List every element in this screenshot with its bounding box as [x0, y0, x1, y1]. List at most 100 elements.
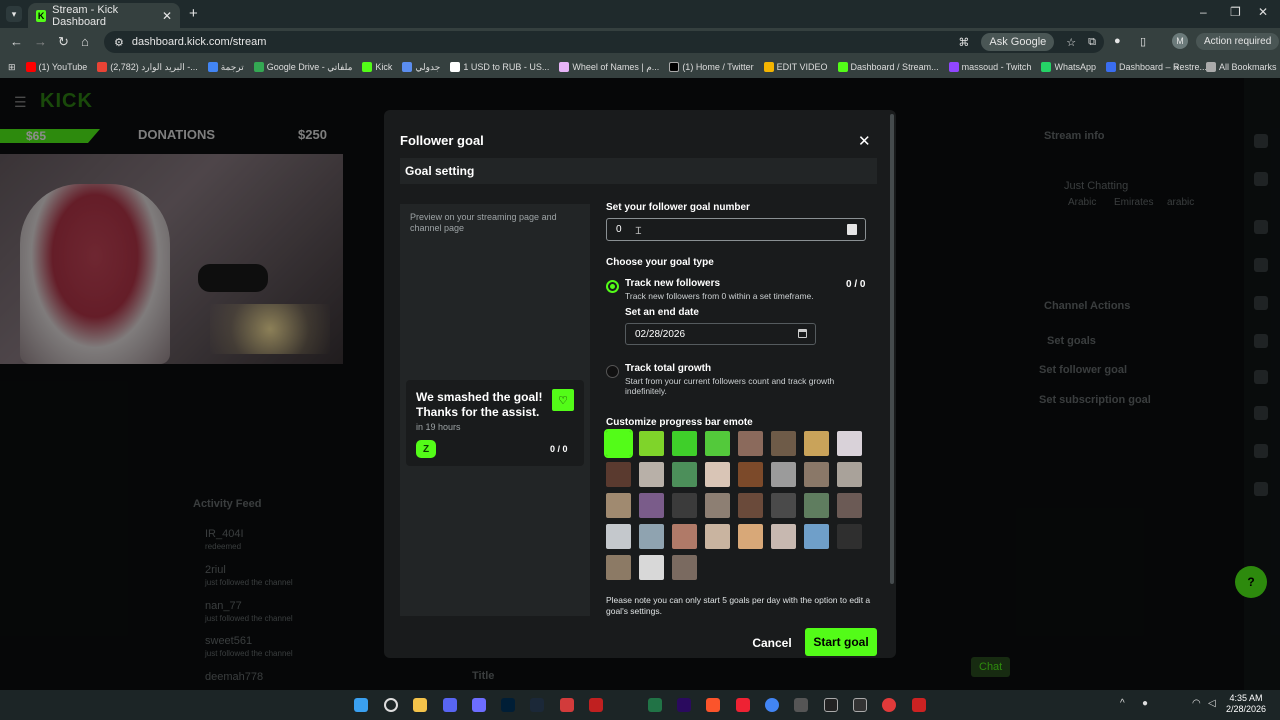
premiere-icon[interactable]: [677, 698, 691, 712]
tab-list-icon[interactable]: ▾: [6, 6, 22, 22]
bookmark-item[interactable]: (1) YouTube: [25, 62, 87, 72]
brave-icon[interactable]: [706, 698, 720, 712]
emote-option[interactable]: [738, 462, 763, 487]
all-bookmarks[interactable]: All Bookmarks: [1206, 62, 1277, 72]
tab-kick-dashboard[interactable]: K Stream - Kick Dashboard ✕: [28, 3, 180, 28]
start-icon[interactable]: [354, 698, 368, 712]
close-icon[interactable]: ✕: [858, 132, 871, 150]
emote-option[interactable]: [606, 462, 631, 487]
emote-option[interactable]: [606, 524, 631, 549]
emote-option[interactable]: [771, 524, 796, 549]
bookmark-item[interactable]: Dashboard / Stream...: [837, 62, 939, 72]
mic-icon[interactable]: ●: [1142, 698, 1148, 709]
start-goal-button[interactable]: Start goal: [805, 628, 877, 656]
volume-icon[interactable]: ◁: [1208, 698, 1216, 709]
emote-option[interactable]: [639, 493, 664, 518]
app-icon[interactable]: [882, 698, 896, 712]
calendar-icon[interactable]: [798, 329, 807, 338]
clock[interactable]: 4:35 AM 2/28/2026: [1226, 693, 1266, 715]
bookmark-item[interactable]: (1) Home / Twitter: [669, 62, 754, 72]
cancel-button[interactable]: Cancel: [744, 630, 800, 656]
close-tab-icon[interactable]: ✕: [162, 9, 172, 23]
sidebar-icon[interactable]: ▯: [1140, 35, 1146, 48]
bookmark-item[interactable]: WhatsApp: [1041, 62, 1096, 72]
emote-option[interactable]: [738, 493, 763, 518]
bookmark-item[interactable]: جدولي: [402, 62, 440, 73]
emote-option[interactable]: [705, 462, 730, 487]
search-icon[interactable]: [384, 698, 398, 712]
minimize-icon[interactable]: –: [1200, 5, 1207, 19]
bookmark-item[interactable]: Google Drive - ملفاتي: [253, 62, 352, 73]
wifi-icon[interactable]: ◠: [1192, 698, 1201, 709]
discord-icon[interactable]: [443, 698, 457, 712]
emote-option[interactable]: [771, 462, 796, 487]
ask-google-button[interactable]: Ask Google: [981, 33, 1055, 51]
restore-icon[interactable]: ❐: [1230, 5, 1241, 19]
forward-icon[interactable]: →: [34, 34, 47, 49]
app-icon[interactable]: [853, 698, 867, 712]
bookmark-item[interactable]: Wheel of Names | م...: [559, 62, 659, 73]
app-icon[interactable]: [589, 698, 603, 712]
app-icon[interactable]: [736, 698, 750, 712]
emote-option[interactable]: [639, 524, 664, 549]
emote-option[interactable]: [804, 431, 829, 456]
url-text[interactable]: dashboard.kick.com/stream: [132, 36, 267, 48]
extensions-icon[interactable]: ⧉: [1088, 36, 1096, 49]
modal-scrollbar[interactable]: [890, 114, 894, 584]
track-new-followers-title[interactable]: Track new followers: [625, 278, 720, 289]
chrome-icon[interactable]: [765, 698, 779, 712]
goal-number-input[interactable]: 0 Ɪ: [606, 218, 866, 241]
emote-option[interactable]: [672, 493, 697, 518]
bookmark-star-icon[interactable]: ☆: [1066, 36, 1076, 49]
emote-option[interactable]: [606, 555, 631, 580]
app-icon[interactable]: [560, 698, 574, 712]
emote-option[interactable]: [705, 524, 730, 549]
new-tab-icon[interactable]: +: [189, 5, 198, 22]
emote-option[interactable]: [738, 431, 763, 456]
emote-option[interactable]: [837, 431, 862, 456]
media-icon[interactable]: [472, 698, 486, 712]
more-bookmarks-icon[interactable]: »: [1174, 62, 1179, 72]
bookmark-item[interactable]: ترجمة: [207, 62, 244, 73]
action-required-button[interactable]: Action required: [1196, 33, 1280, 50]
tray-chevron-icon[interactable]: ^: [1120, 698, 1125, 709]
emote-option[interactable]: [606, 493, 631, 518]
bookmark-item[interactable]: massoud - Twitch: [948, 62, 1031, 72]
profile-avatar[interactable]: M: [1172, 33, 1188, 49]
end-date-value[interactable]: 02/28/2026: [635, 329, 685, 340]
bookmark-item[interactable]: Dashboard – Restre...: [1105, 62, 1207, 72]
bookmark-item[interactable]: EDIT VIDEO: [763, 62, 828, 72]
emote-option[interactable]: [804, 462, 829, 487]
emote-option[interactable]: [771, 493, 796, 518]
emote-option[interactable]: [771, 431, 796, 456]
bookmark-item[interactable]: Kick: [362, 62, 392, 72]
emote-option[interactable]: [639, 555, 664, 580]
track-total-growth-title[interactable]: Track total growth: [625, 363, 711, 374]
emote-option[interactable]: [738, 524, 763, 549]
photoshop-icon[interactable]: [501, 698, 515, 712]
reload-icon[interactable]: ↻: [58, 34, 69, 50]
capcut-icon[interactable]: [824, 698, 838, 712]
url-bar[interactable]: ⚙ dashboard.kick.com/stream ⌘ Ask Google…: [104, 31, 1104, 53]
steam-icon[interactable]: [530, 698, 544, 712]
app-icon[interactable]: [794, 698, 808, 712]
app-icon[interactable]: [912, 698, 926, 712]
excel-icon[interactable]: [648, 698, 662, 712]
translate-icon[interactable]: ⌘: [958, 36, 969, 49]
track-total-growth-radio[interactable]: [606, 365, 619, 378]
emote-option[interactable]: [639, 462, 664, 487]
extension-icon[interactable]: ●: [1114, 35, 1121, 47]
emote-option[interactable]: [672, 431, 697, 456]
emote-option[interactable]: [804, 524, 829, 549]
bookmark-item[interactable]: (2,782) البريد الوارد -...: [97, 62, 198, 73]
bookmark-item[interactable]: 1 USD to RUB - US...: [450, 62, 549, 72]
emote-option[interactable]: [604, 429, 633, 458]
number-stepper[interactable]: [847, 224, 857, 235]
track-new-followers-radio[interactable]: [606, 280, 619, 293]
emote-option[interactable]: [837, 524, 862, 549]
emote-option[interactable]: [672, 555, 697, 580]
emote-option[interactable]: [837, 462, 862, 487]
site-info-icon[interactable]: ⚙: [114, 36, 124, 49]
end-date-input[interactable]: 02/28/2026: [625, 323, 816, 345]
emote-option[interactable]: [837, 493, 862, 518]
